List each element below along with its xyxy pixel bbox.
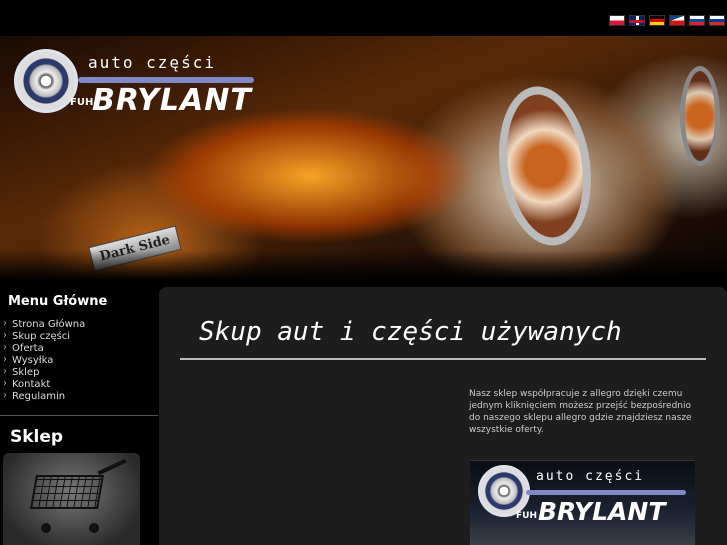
- shop-cart-image[interactable]: [3, 453, 140, 545]
- cart-wheel: [89, 523, 99, 533]
- flag-cz-icon[interactable]: [669, 15, 685, 26]
- promo-swoosh: [526, 490, 686, 495]
- menu-item-oferta[interactable]: Oferta: [2, 342, 158, 355]
- flag-sk-icon[interactable]: [689, 15, 705, 26]
- promo-brand: BRYLANT: [538, 497, 666, 526]
- flag-de-icon[interactable]: [649, 15, 665, 26]
- sidebar: Menu Główne Strona Główna Skup części Of…: [0, 288, 158, 545]
- logo-tagline: auto części: [88, 53, 216, 72]
- logo-wheel-icon: [14, 49, 78, 113]
- menu-item-skup-czesci[interactable]: Skup części: [2, 330, 158, 343]
- menu-title: Menu Główne: [8, 294, 108, 309]
- menu-item-kontakt[interactable]: Kontakt: [2, 378, 158, 391]
- promo-prefix: FUH: [516, 511, 537, 521]
- flag-ru-icon[interactable]: [709, 15, 725, 26]
- flag-en-icon[interactable]: [629, 15, 645, 26]
- allegro-intro-text: Nasz sklep współpracuje z allegro dzięki…: [469, 389, 692, 435]
- main-content: Skup aut i części używanych Nasz sklep w…: [159, 287, 727, 545]
- shopping-cart-icon: [30, 475, 104, 509]
- main-menu: Strona Główna Skup części Oferta Wysyłka…: [0, 315, 158, 409]
- cart-wheel: [41, 523, 51, 533]
- language-selector: [609, 15, 725, 26]
- menu-item-regulamin[interactable]: Regulamin: [2, 390, 158, 403]
- logo-prefix: FUH: [70, 97, 94, 108]
- allegro-promo-banner[interactable]: auto części FUH BRYLANT: [470, 460, 695, 545]
- site-logo[interactable]: auto części FUH BRYLANT: [14, 47, 254, 118]
- menu-item-wysylka[interactable]: Wysyłka: [2, 354, 158, 367]
- banner-fade: [0, 250, 727, 280]
- cart-handle: [97, 458, 127, 476]
- car-wheel-graphic-rear: [680, 66, 720, 166]
- title-divider: [180, 358, 706, 360]
- logo-brand: BRYLANT: [92, 83, 252, 118]
- menu-item-strona-glowna[interactable]: Strona Główna: [2, 318, 158, 331]
- promo-tagline: auto części: [536, 469, 645, 484]
- shop-title: Sklep: [10, 427, 64, 447]
- page-title: Skup aut i części używanych: [199, 317, 622, 347]
- car-wheel-graphic: [489, 80, 601, 252]
- promo-wheel-icon: [478, 465, 530, 517]
- flag-pl-icon[interactable]: [609, 15, 625, 26]
- menu-item-sklep[interactable]: Sklep: [2, 366, 158, 379]
